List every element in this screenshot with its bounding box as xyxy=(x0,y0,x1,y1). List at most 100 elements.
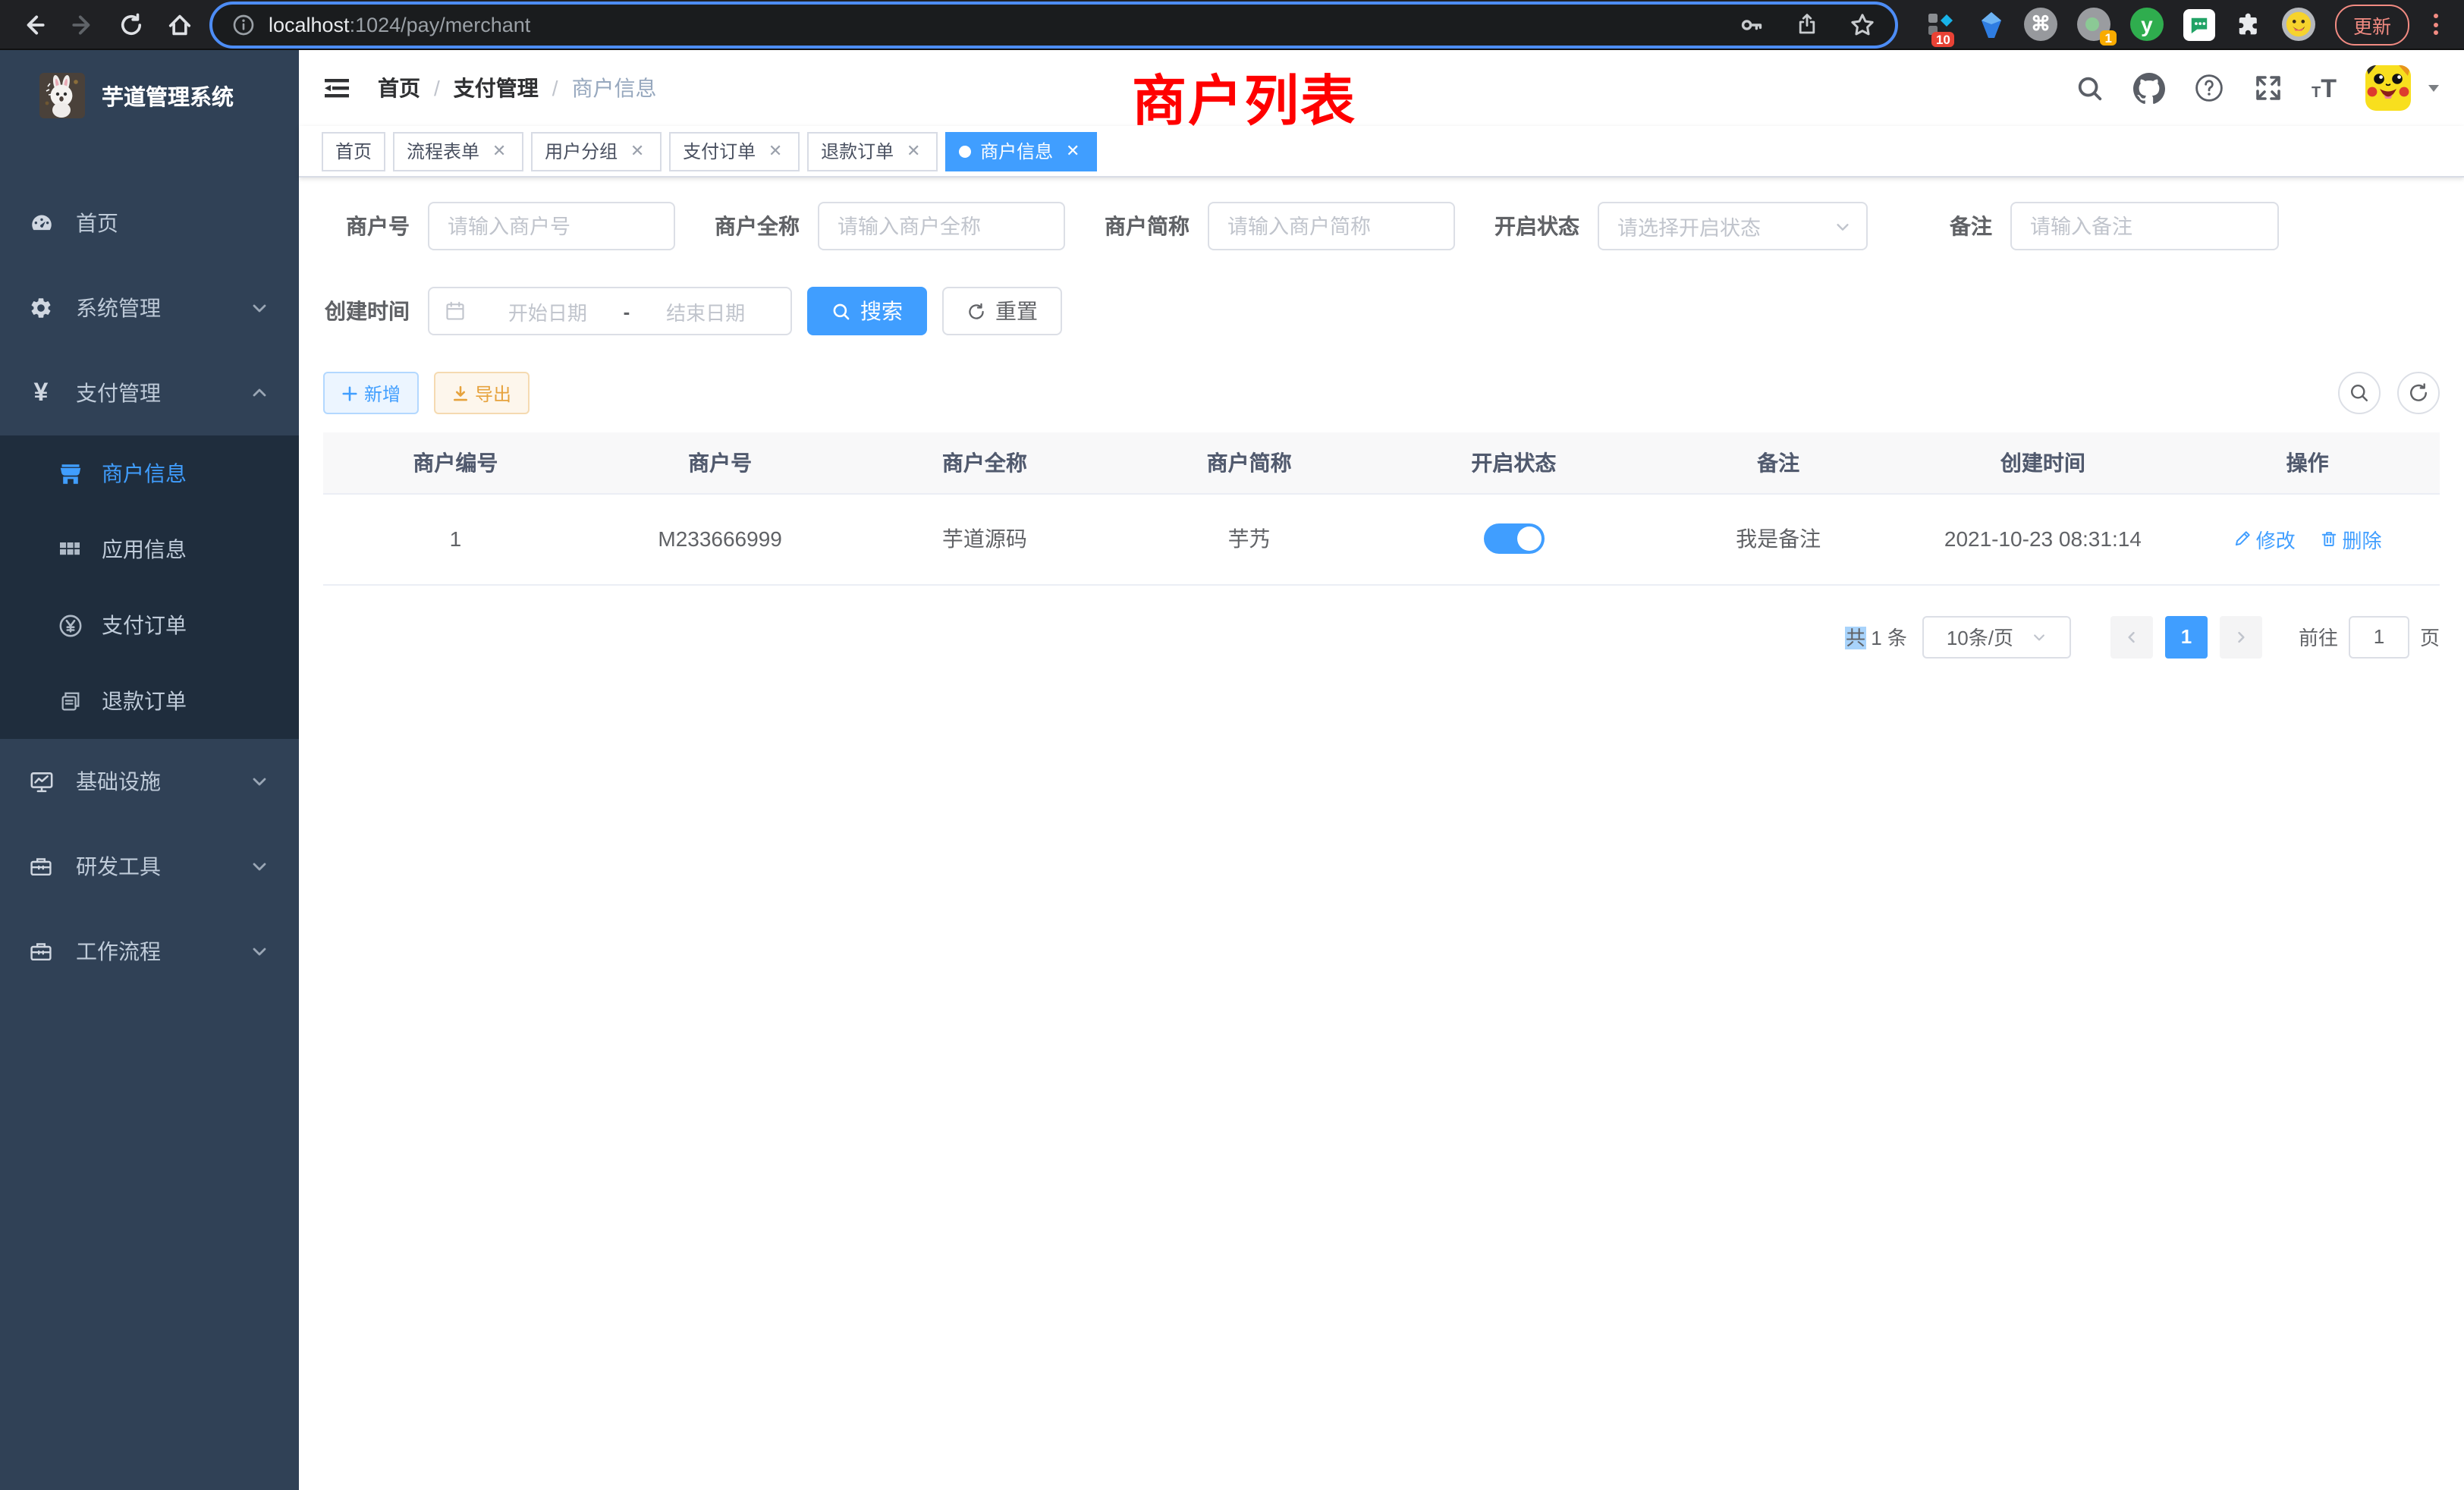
chevron-down-icon xyxy=(2032,629,2047,644)
filter-label-create-time: 创建时间 xyxy=(323,296,428,326)
tab-pay-orders[interactable]: 支付订单✕ xyxy=(669,131,800,171)
page-jump-input[interactable] xyxy=(2349,615,2409,658)
reset-button[interactable]: 重置 xyxy=(942,287,1062,335)
command-extension-icon[interactable]: ⌘ xyxy=(2024,8,2057,41)
header-search-icon[interactable] xyxy=(2075,74,2104,102)
password-key-icon[interactable] xyxy=(1739,11,1765,37)
sidebar-item-merchant-info[interactable]: 商户信息 xyxy=(0,435,299,511)
sidebar-item-infrastructure[interactable]: 基础设施 xyxy=(0,739,299,824)
sidebar-item-dev-tools[interactable]: 研发工具 xyxy=(0,824,299,909)
breadcrumb-payment[interactable]: 支付管理 xyxy=(454,73,539,103)
tab-refund-orders[interactable]: 退款订单✕ xyxy=(807,131,938,171)
logo-rabbit-image xyxy=(39,73,85,118)
page-size-value: 10条/页 xyxy=(1947,622,2013,651)
sidebar-item-app-info[interactable]: 应用信息 xyxy=(0,511,299,587)
page-size-select[interactable]: 10条/页 xyxy=(1922,615,2071,658)
bookmark-star-icon[interactable] xyxy=(1850,11,1875,37)
close-icon[interactable]: ✕ xyxy=(765,141,786,161)
gear-icon xyxy=(27,296,55,320)
create-time-range-picker[interactable]: 开始日期 - 结束日期 xyxy=(428,287,792,335)
jumper-goto-label: 前往 xyxy=(2299,622,2338,651)
font-size-icon[interactable]: TT xyxy=(2312,75,2337,101)
cell-full-name: 芋道源码 xyxy=(853,493,1117,584)
tab-home[interactable]: 首页 xyxy=(322,131,385,171)
sidebar-item-refund-orders[interactable]: 退款订单 xyxy=(0,663,299,739)
tab-user-group[interactable]: 用户分组✕ xyxy=(531,131,662,171)
sidebar-item-home[interactable]: 首页 xyxy=(0,181,299,266)
close-icon[interactable]: ✕ xyxy=(627,141,648,161)
remark-input[interactable] xyxy=(2010,202,2279,250)
tab-label: 商户信息 xyxy=(980,138,1053,164)
next-page-button[interactable] xyxy=(2220,615,2262,658)
close-icon[interactable]: ✕ xyxy=(489,141,510,161)
payment-submenu: 商户信息 应用信息 支付订单 xyxy=(0,435,299,739)
full-name-input[interactable] xyxy=(818,202,1065,250)
app-logo[interactable]: 芋道管理系统 xyxy=(0,50,299,141)
browser-update-button[interactable]: 更新 xyxy=(2335,4,2409,45)
table-header-row: 商户编号 商户号 商户全称 商户简称 开启状态 备注 创建时间 操作 xyxy=(323,432,2440,493)
search-button[interactable]: 搜索 xyxy=(807,287,927,335)
filter-label-short-name: 商户简称 xyxy=(1103,211,1208,241)
cell-remark: 我是备注 xyxy=(1646,493,1911,584)
close-icon[interactable]: ✕ xyxy=(903,141,924,161)
end-date-placeholder: 结束日期 xyxy=(636,297,775,325)
page-number-1[interactable]: 1 xyxy=(2165,615,2208,658)
filter-row-1: 商户号 商户全称 商户简称 开启状态 请选择开启状态 xyxy=(323,202,2440,250)
sidebar-item-payment[interactable]: ¥ 支付管理 xyxy=(0,350,299,435)
jumper-unit-label: 页 xyxy=(2420,622,2440,651)
edit-link[interactable]: 修改 xyxy=(2233,524,2296,553)
add-button-label: 新增 xyxy=(364,380,401,406)
navbar-actions: TT xyxy=(2075,65,2441,111)
meet-extension-icon[interactable]: 1 xyxy=(2077,8,2110,41)
browser-home-button[interactable] xyxy=(158,3,200,46)
browser-menu-icon[interactable] xyxy=(2429,14,2443,35)
cell-merchant-no: M233666999 xyxy=(588,493,853,584)
browser-back-button[interactable] xyxy=(12,3,55,46)
breadcrumb-home[interactable]: 首页 xyxy=(378,73,420,103)
fullscreen-icon[interactable] xyxy=(2252,73,2283,103)
refresh-table-icon-button[interactable] xyxy=(2397,372,2440,414)
browser-profile-avatar[interactable] xyxy=(2282,8,2315,41)
toggle-search-icon-button[interactable] xyxy=(2338,372,2381,414)
sidebar-item-label: 退款订单 xyxy=(102,686,187,716)
browser-forward-button[interactable] xyxy=(61,3,103,46)
cell-merchant-id: 1 xyxy=(323,493,588,584)
prev-page-button[interactable] xyxy=(2110,615,2153,658)
user-avatar[interactable] xyxy=(2365,65,2411,111)
browser-reload-button[interactable] xyxy=(109,3,152,46)
tab-merchant-info[interactable]: 商户信息 ✕ xyxy=(945,131,1097,171)
short-name-input[interactable] xyxy=(1208,202,1455,250)
tags-view: 首页 流程表单 ✕ 用户分组✕ 支付订单✕ 退款订单✕ 商户信息 ✕ xyxy=(299,126,2464,178)
sidebar-item-system[interactable]: 系统管理 xyxy=(0,266,299,350)
tab-process-form[interactable]: 流程表单 ✕ xyxy=(393,131,523,171)
merchant-no-input[interactable] xyxy=(428,202,675,250)
github-icon[interactable] xyxy=(2132,72,2164,104)
sidebar-toggle-icon[interactable] xyxy=(322,73,352,103)
share-icon[interactable] xyxy=(1795,12,1819,36)
extension-badge: 10 xyxy=(1931,31,1955,47)
gem-extension-icon[interactable] xyxy=(1978,10,2004,39)
sidebar-item-pay-orders[interactable]: 支付订单 xyxy=(0,587,299,663)
yudao-extension-icon[interactable]: y xyxy=(2130,8,2164,41)
extensions-puzzle-icon[interactable] xyxy=(2235,11,2262,38)
help-icon[interactable] xyxy=(2193,73,2224,103)
status-select[interactable]: 请选择开启状态 xyxy=(1598,202,1868,250)
status-toggle[interactable] xyxy=(1483,523,1544,554)
sidebar-item-label: 商户信息 xyxy=(102,458,187,489)
calendar-icon xyxy=(445,300,466,322)
tab-manager-extension-icon[interactable]: 10 xyxy=(1922,6,1959,42)
close-icon[interactable]: ✕ xyxy=(1062,141,1083,161)
sidebar-item-workflow[interactable]: 工作流程 xyxy=(0,909,299,994)
avatar-caret-icon[interactable] xyxy=(2426,80,2441,96)
add-button[interactable]: 新增 xyxy=(323,372,419,414)
delete-link[interactable]: 删除 xyxy=(2320,524,2382,553)
export-button[interactable]: 导出 xyxy=(434,372,530,414)
url-bar[interactable]: localhost:1024/pay/merchant xyxy=(212,4,1895,45)
chevron-down-icon xyxy=(250,299,269,317)
table-row: 1 M233666999 芋道源码 芋艿 我是备注 2021-10-23 08:… xyxy=(323,493,2440,584)
tab-label: 流程表单 xyxy=(407,138,479,164)
sidebar-item-label: 研发工具 xyxy=(76,851,161,882)
chat-extension-icon[interactable] xyxy=(2183,8,2215,40)
col-merchant-id: 商户编号 xyxy=(323,432,588,493)
site-info-icon[interactable] xyxy=(232,13,255,36)
